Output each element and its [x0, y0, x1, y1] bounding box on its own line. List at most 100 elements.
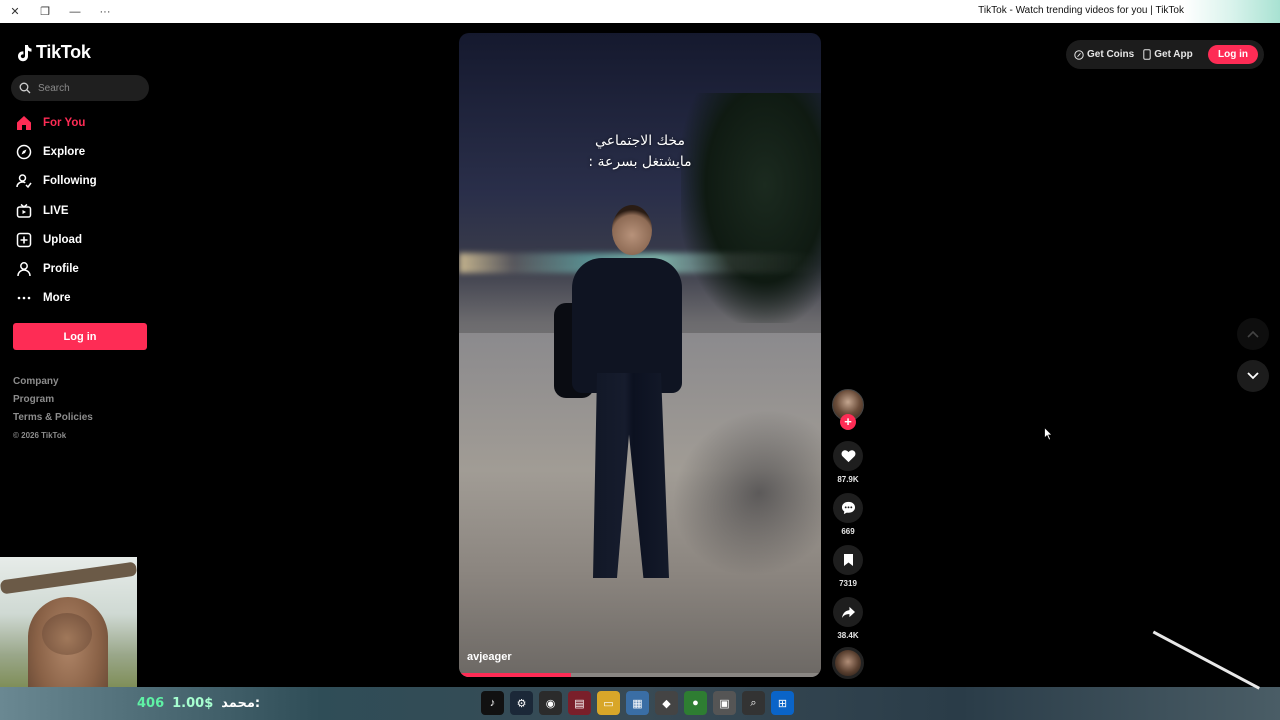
get-app-link[interactable]: Get App — [1143, 49, 1193, 60]
window-title: TikTok - Watch trending videos for you |… — [978, 5, 1184, 16]
tiktok-logo[interactable]: TikTok — [16, 42, 91, 63]
webcam-quokka-face — [42, 613, 92, 655]
share-icon — [841, 606, 855, 618]
video-progress-bar[interactable] — [459, 673, 821, 677]
compass-icon — [16, 144, 32, 160]
webcam-branch — [0, 561, 137, 595]
tiktok-logo-text: TikTok — [36, 42, 91, 62]
video-person-torso — [572, 258, 682, 393]
footer-link-terms[interactable]: Terms & Policies — [13, 412, 93, 430]
sidebar-item-label: Upload — [43, 233, 82, 246]
video-scene-trees — [681, 93, 821, 323]
upload-icon — [16, 232, 32, 248]
music-disc-icon[interactable] — [832, 647, 864, 679]
taskbar-road-line — [1152, 630, 1260, 690]
sidebar-item-label: LIVE — [43, 204, 69, 217]
window-menu-button[interactable]: ··· — [90, 0, 120, 23]
sidebar-item-upload[interactable]: Upload — [0, 225, 160, 254]
footer-links: Company Program Terms & Policies © 2026 … — [13, 376, 93, 440]
sidebar-item-profile[interactable]: Profile — [0, 254, 160, 283]
heart-icon — [841, 450, 855, 463]
sidebar-item-label: For You — [43, 116, 86, 129]
video-caption: مخك الاجتماعي مايشتغل بسرعة : — [459, 131, 821, 173]
sidebar-item-for-you[interactable]: For You — [0, 108, 160, 137]
sidebar-item-live[interactable]: LIVE — [0, 196, 160, 225]
live-icon — [16, 203, 32, 219]
save-count: 7319 — [839, 579, 857, 588]
sidebar: TikTok For You Explore Following — [0, 23, 160, 563]
footer-link-company[interactable]: Company — [13, 376, 93, 394]
like-count: 87.9K — [837, 475, 859, 484]
minimize-window-button[interactable]: — — [60, 0, 90, 23]
search-input[interactable] — [38, 82, 138, 94]
header-login-button[interactable]: Log in — [1208, 45, 1258, 64]
taskbar-obs-icon[interactable]: ◉ — [539, 691, 562, 715]
previous-video-button[interactable] — [1237, 318, 1269, 350]
video-player[interactable]: مخك الاجتماعي مايشتغل بسرعة : avjeager — [459, 33, 821, 677]
close-window-button[interactable]: ✕ — [0, 0, 30, 23]
comment-count: 669 — [841, 527, 855, 536]
comment-icon — [841, 501, 855, 515]
sidebar-item-label: Explore — [43, 145, 86, 158]
mouse-cursor-icon — [1044, 427, 1053, 441]
bookmark-icon — [843, 554, 853, 566]
share-action: 38.4K — [832, 597, 864, 640]
save-action: 7319 — [832, 545, 864, 588]
video-author[interactable]: avjeager — [467, 651, 512, 663]
taskbar-steam-icon[interactable]: ⚙ — [510, 691, 533, 715]
taskbar-window-icon[interactable]: ▣ — [713, 691, 736, 715]
taskbar-search-icon[interactable]: ⌕ — [742, 691, 765, 715]
get-app-label: Get App — [1154, 49, 1193, 60]
like-button[interactable] — [833, 441, 863, 471]
restore-window-button[interactable]: ❐ — [30, 0, 60, 23]
taskbar-store-icon[interactable]: ▦ — [626, 691, 649, 715]
sidebar-login-button[interactable]: Log in — [13, 323, 147, 350]
taskbar-voicemeeter-icon[interactable]: ▤ — [568, 691, 591, 715]
follow-plus-icon[interactable]: + — [840, 414, 856, 430]
sidebar-item-following[interactable]: Following — [0, 167, 160, 196]
like-action: 87.9K — [832, 441, 864, 484]
share-button[interactable] — [833, 597, 863, 627]
taskbar-folder-icon[interactable]: ▭ — [597, 691, 620, 715]
ticker-left-value: 406 — [137, 696, 165, 711]
taskbar-chrome-icon[interactable]: ● — [684, 691, 707, 715]
coin-icon — [1074, 49, 1084, 60]
sidebar-item-explore[interactable]: Explore — [0, 137, 160, 166]
search-box[interactable] — [11, 75, 149, 101]
taskbar-start-icon[interactable]: ⊞ — [771, 691, 794, 715]
get-coins-label: Get Coins — [1087, 49, 1135, 60]
sidebar-item-more[interactable]: More — [0, 284, 160, 313]
share-count: 38.4K — [837, 631, 859, 640]
chevron-up-icon — [1247, 330, 1259, 338]
home-icon — [16, 115, 32, 131]
taskbar: 406 1.00$ محمد: ♪ ⚙ ◉ ▤ ▭ ▦ ◆ ● ▣ ⌕ ⊞ — [0, 630, 1280, 720]
video-caption-line-1: مخك الاجتماعي — [595, 133, 685, 149]
taskbar-tiktok-icon[interactable]: ♪ — [481, 691, 504, 715]
taskbar-apps: ♪ ⚙ ◉ ▤ ▭ ▦ ◆ ● ▣ ⌕ ⊞ — [481, 691, 794, 715]
sidebar-item-label: Profile — [43, 263, 79, 276]
footer-link-program[interactable]: Program — [13, 394, 93, 412]
save-button[interactable] — [833, 545, 863, 575]
sidebar-item-label: More — [43, 292, 71, 305]
video-caption-line-2: مايشتغل بسرعة : — [588, 154, 692, 170]
sidebar-nav: For You Explore Following LIVE Upload Pr… — [0, 108, 160, 313]
header-actions: Get Coins Get App Log in — [1066, 40, 1264, 69]
copyright-text: © 2026 TikTok — [13, 431, 67, 440]
video-progress-fill — [459, 673, 572, 677]
search-icon — [19, 82, 31, 94]
video-person-head — [612, 205, 652, 255]
phone-icon — [1143, 49, 1151, 60]
sidebar-item-label: Following — [43, 175, 97, 188]
get-coins-link[interactable]: Get Coins — [1074, 49, 1134, 60]
ticker-price: 1.00$ — [172, 696, 214, 711]
comment-button[interactable] — [833, 493, 863, 523]
next-video-button[interactable] — [1237, 360, 1269, 392]
donation-ticker: 406 1.00$ محمد: — [137, 687, 260, 720]
taskbar-app-icon[interactable]: ◆ — [655, 691, 678, 715]
chevron-down-icon — [1247, 372, 1259, 380]
window-titlebar: ✕ ❐ — ··· TikTok - Watch trending videos… — [0, 0, 1280, 23]
following-icon — [16, 173, 32, 189]
comment-action: 669 — [832, 493, 864, 536]
titlebar-overlay-watermark — [1184, 0, 1280, 23]
profile-icon — [16, 261, 32, 277]
